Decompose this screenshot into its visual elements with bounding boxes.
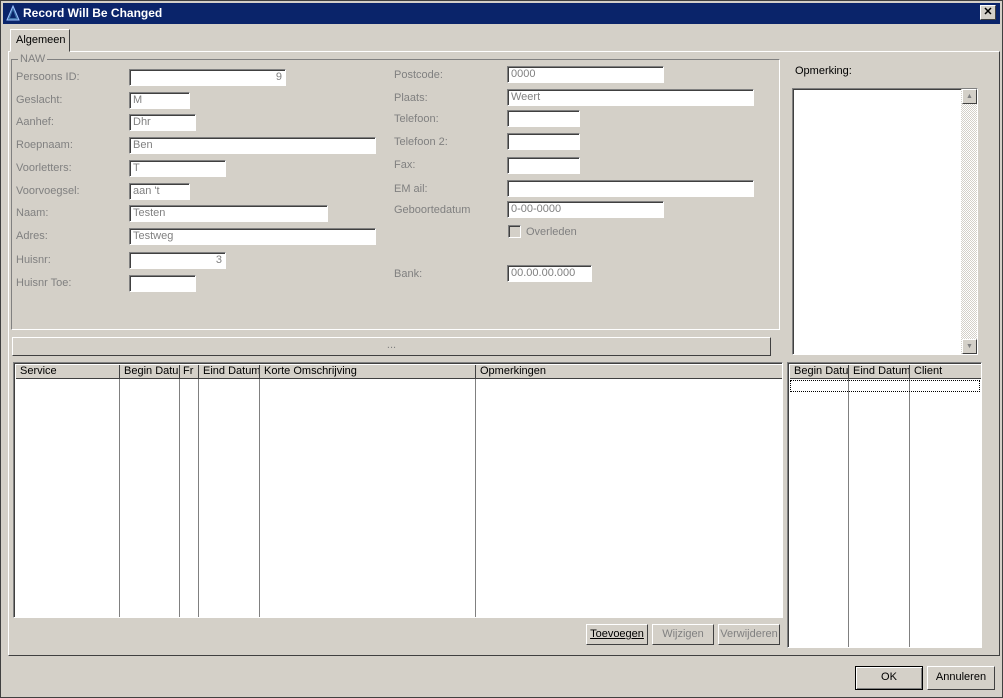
scroll-down-button[interactable]: ▼ <box>962 339 977 354</box>
column-header-eind-datum[interactable]: Eind Datum <box>849 365 910 379</box>
roepnaam-label: Roepnaam: <box>16 139 73 151</box>
column-header-opmerkingen[interactable]: Opmerkingen <box>476 365 782 379</box>
column-divider <box>475 379 476 617</box>
app-icon <box>6 5 20 21</box>
opmerking-scrollbar[interactable] <box>961 89 977 354</box>
telefoon2-field[interactable] <box>507 133 580 150</box>
voorvoegsel-label: Voorvoegsel: <box>16 185 80 197</box>
column-divider <box>848 379 849 647</box>
wijzigen-button[interactable]: Wijzigen <box>652 624 714 645</box>
telefoon2-label: Telefoon 2: <box>394 136 448 148</box>
column-header-begin-datum[interactable]: Begin Datum <box>790 365 849 379</box>
huisnr-field[interactable]: 3 <box>129 252 226 269</box>
bank-label: Bank: <box>394 268 423 280</box>
toevoegen-label: Toevoegen <box>590 628 644 640</box>
voorletters-field[interactable]: T <box>129 160 226 177</box>
persoons-id-field[interactable]: 9 <box>129 69 286 86</box>
wijzigen-label: Wijzigen <box>662 628 704 640</box>
column-header-korte-omschrijving[interactable]: Korte Omschrijving <box>260 365 476 379</box>
opmerking-textarea[interactable]: ▲ ▼ <box>792 88 978 355</box>
verwijderen-button[interactable]: Verwijderen <box>718 624 780 645</box>
bank-field[interactable]: 00.00.00.000 <box>507 265 592 282</box>
email-label: EM ail: <box>394 183 428 195</box>
geslacht-field[interactable]: M <box>129 92 190 109</box>
arrow-up-icon: ▲ <box>966 93 973 100</box>
geboortedatum-field[interactable]: 0-00-0000 <box>507 201 664 218</box>
plaats-field[interactable]: Weert <box>507 89 754 106</box>
column-header-service[interactable]: Service <box>16 365 120 379</box>
close-icon: ✕ <box>983 6 993 18</box>
title-bar[interactable]: Record Will Be Changed ✕ <box>3 3 1000 24</box>
fax-field[interactable] <box>507 157 580 174</box>
column-divider <box>259 379 260 617</box>
huisnr-toe-label: Huisnr Toe: <box>16 277 72 289</box>
voorletters-label: Voorletters: <box>16 162 72 174</box>
ok-label: OK <box>881 671 897 683</box>
column-header-client[interactable]: Client <box>910 365 981 379</box>
services-table[interactable]: Service Begin Datum Fr Eind Datum Korte … <box>13 362 783 618</box>
overleden-checkbox[interactable] <box>508 225 521 238</box>
column-divider <box>909 379 910 647</box>
splitter-bar[interactable]: ... <box>12 337 771 356</box>
adres-field[interactable]: Testweg <box>129 228 376 245</box>
huisnr-label: Huisnr: <box>16 254 51 266</box>
toevoegen-button[interactable]: Toevoegen <box>586 624 648 645</box>
postcode-label: Postcode: <box>394 69 443 81</box>
column-divider <box>179 379 180 617</box>
window-title: Record Will Be Changed <box>23 6 163 20</box>
geboortedatum-label: Geboortedatum <box>394 204 471 216</box>
column-divider <box>119 379 120 617</box>
naam-label: Naam: <box>16 207 49 219</box>
overleden-label: Overleden <box>526 226 577 238</box>
selected-row[interactable] <box>790 380 980 392</box>
arrow-down-icon: ▼ <box>966 343 973 350</box>
column-header-fr[interactable]: Fr <box>180 365 199 379</box>
opmerking-label: Opmerking: <box>795 65 852 77</box>
aanhef-label: Aanhef: <box>16 116 54 128</box>
email-field[interactable] <box>507 180 754 197</box>
annuleren-label: Annuleren <box>935 671 987 683</box>
close-button[interactable]: ✕ <box>980 5 996 20</box>
persoons-id-label: Persoons ID: <box>16 71 80 83</box>
naam-field[interactable]: Testen <box>129 205 328 222</box>
tab-algemeen[interactable]: Algemeen <box>10 29 70 52</box>
huisnr-toe-field[interactable] <box>129 275 196 292</box>
postcode-field[interactable]: 0000 <box>507 66 664 83</box>
verwijderen-label: Verwijderen <box>720 628 778 640</box>
column-header-begin-datum[interactable]: Begin Datum <box>120 365 180 379</box>
roepnaam-field[interactable]: Ben <box>129 137 376 154</box>
naw-legend: NAW <box>18 53 48 65</box>
scroll-up-button[interactable]: ▲ <box>962 89 977 104</box>
adres-label: Adres: <box>16 230 48 242</box>
telefoon-label: Telefoon: <box>394 113 439 125</box>
plaats-label: Plaats: <box>394 92 428 104</box>
voorvoegsel-field[interactable]: aan 't <box>129 183 190 200</box>
tab-algemeen-label: Algemeen <box>16 34 66 46</box>
annuleren-button[interactable]: Annuleren <box>927 666 995 690</box>
column-divider <box>198 379 199 617</box>
aanhef-field[interactable]: Dhr <box>129 114 196 131</box>
telefoon-field[interactable] <box>507 110 580 127</box>
column-header-eind-datum[interactable]: Eind Datum <box>199 365 260 379</box>
ok-button[interactable]: OK <box>855 666 923 690</box>
splitter-grip: ... <box>386 339 397 351</box>
fax-label: Fax: <box>394 159 416 171</box>
geslacht-label: Geslacht: <box>16 94 63 106</box>
side-table[interactable]: Begin Datum Eind Datum Client <box>787 362 982 648</box>
